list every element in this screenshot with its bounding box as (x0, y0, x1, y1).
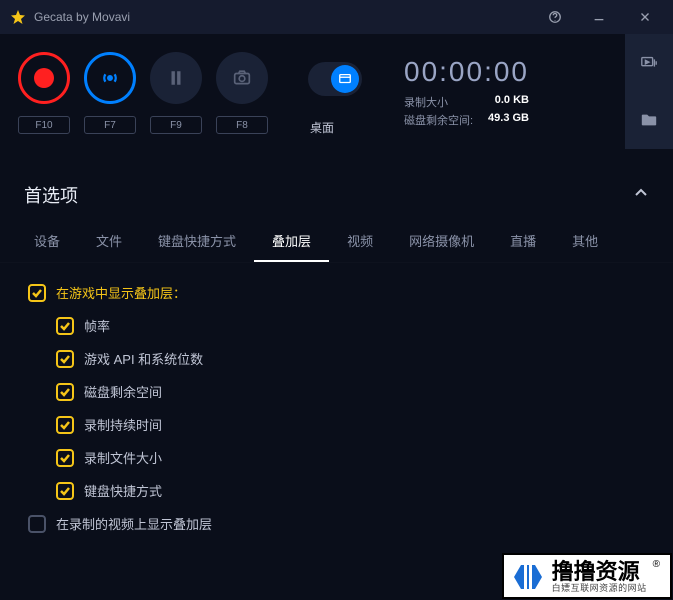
shortcut-checkbox[interactable] (56, 482, 74, 500)
titlebar: Gecata by Movavi (0, 0, 673, 34)
media-icon (640, 54, 658, 72)
fps-label: 帧率 (84, 316, 110, 335)
watermark-sub: 白嫖互联网资源的网站 (552, 584, 647, 594)
disk-checkbox[interactable] (56, 383, 74, 401)
check-icon (59, 386, 71, 398)
watermark-logo-icon (510, 559, 546, 595)
tab-other[interactable]: 其他 (554, 221, 616, 262)
show-in-game-checkbox[interactable] (28, 284, 46, 302)
chevron-up-icon (633, 185, 649, 206)
check-icon (59, 320, 71, 332)
app-logo-icon (10, 9, 26, 25)
disk-row: 磁盘剩余空间 (56, 382, 645, 401)
registered-icon: ® (653, 559, 660, 570)
minimize-button[interactable] (577, 0, 621, 34)
check-icon (59, 419, 71, 431)
check-icon (59, 485, 71, 497)
show-on-video-row: 在录制的视频上显示叠加层 (28, 514, 645, 533)
window-title: Gecata by Movavi (34, 10, 533, 24)
watermark-title: 撸撸资源 (552, 560, 647, 584)
help-button[interactable] (533, 0, 577, 34)
duration-row: 录制持续时间 (56, 415, 645, 434)
recording-timer: 00:00:00 (404, 56, 529, 88)
check-icon (31, 287, 43, 299)
overlay-panel: 在游戏中显示叠加层： 帧率 游戏 API 和系统位数 磁盘剩余空间 录制持续时间… (0, 263, 673, 553)
tab-live[interactable]: 直播 (492, 221, 554, 262)
broadcast-icon (99, 67, 121, 89)
capture-mode-label: 桌面 (310, 119, 334, 136)
tab-device[interactable]: 设备 (16, 221, 78, 262)
recording-stats: 录制大小 0.0 KB 磁盘剩余空间: 49.3 GB (404, 94, 529, 128)
hotkey-stream[interactable]: F7 (84, 116, 136, 134)
shortcut-label: 键盘快捷方式 (84, 481, 162, 500)
hotkey-camera[interactable]: F8 (216, 116, 268, 134)
api-checkbox[interactable] (56, 350, 74, 368)
pause-icon (167, 69, 185, 87)
tab-overlay[interactable]: 叠加层 (254, 221, 329, 262)
preferences-title: 首选项 (24, 182, 633, 208)
camera-icon (233, 69, 251, 87)
filesize-checkbox[interactable] (56, 449, 74, 467)
main-toolbar: F10 F7 F9 F8 桌面 00:00:00 录制大小 0.0 KB 磁盘剩… (0, 34, 673, 149)
record-icon (34, 68, 54, 88)
disk-label: 磁盘剩余空间: (404, 112, 475, 128)
timer-block: 00:00:00 录制大小 0.0 KB 磁盘剩余空间: 49.3 GB (404, 56, 529, 128)
show-on-video-checkbox[interactable] (28, 515, 46, 533)
show-on-video-label: 在录制的视频上显示叠加层 (56, 514, 212, 533)
check-icon (59, 452, 71, 464)
record-button[interactable] (18, 52, 70, 104)
toggle-knob (331, 65, 359, 93)
pause-button[interactable] (150, 52, 202, 104)
filesize-label: 录制文件大小 (84, 448, 162, 467)
filesize-row: 录制文件大小 (56, 448, 645, 467)
tab-webcam[interactable]: 网络摄像机 (391, 221, 492, 262)
preferences-header[interactable]: 首选项 (0, 169, 673, 221)
api-row: 游戏 API 和系统位数 (56, 349, 645, 368)
watermark: 撸撸资源 白嫖互联网资源的网站 ® (502, 553, 672, 599)
disk-value: 49.3 GB (487, 112, 529, 128)
media-button[interactable] (625, 34, 673, 92)
tab-video[interactable]: 视频 (329, 221, 391, 262)
duration-label: 录制持续时间 (84, 415, 162, 434)
disk-overlay-label: 磁盘剩余空间 (84, 382, 162, 401)
fps-checkbox[interactable] (56, 317, 74, 335)
show-in-game-label: 在游戏中显示叠加层： (56, 283, 186, 302)
folder-button[interactable] (625, 92, 673, 150)
check-icon (59, 353, 71, 365)
screenshot-button[interactable] (216, 52, 268, 104)
tab-shortcuts[interactable]: 键盘快捷方式 (140, 221, 254, 262)
api-label: 游戏 API 和系统位数 (84, 349, 203, 368)
stream-button[interactable] (84, 52, 136, 104)
fps-row: 帧率 (56, 316, 645, 335)
hotkey-row: F10 F7 F9 F8 (18, 116, 268, 134)
duration-checkbox[interactable] (56, 416, 74, 434)
folder-icon (640, 111, 658, 129)
preferences-tabs: 设备 文件 键盘快捷方式 叠加层 视频 网络摄像机 直播 其他 (0, 221, 673, 263)
hotkey-record[interactable]: F10 (18, 116, 70, 134)
tab-file[interactable]: 文件 (78, 221, 140, 262)
monitor-icon (338, 72, 352, 86)
size-value: 0.0 KB (487, 94, 529, 110)
size-label: 录制大小 (404, 94, 475, 110)
capture-mode-toggle[interactable] (308, 62, 362, 96)
show-in-game-row: 在游戏中显示叠加层： (28, 283, 645, 302)
close-button[interactable] (621, 0, 669, 34)
shortcut-row: 键盘快捷方式 (56, 481, 645, 500)
right-rail (625, 34, 673, 149)
hotkey-pause[interactable]: F9 (150, 116, 202, 134)
